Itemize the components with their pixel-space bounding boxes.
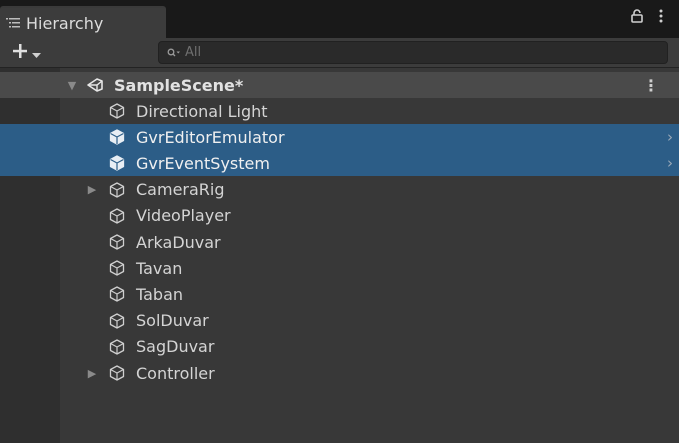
expanded-arrow-icon[interactable]: ▼ — [66, 72, 78, 98]
hierarchy-item-label: Controller — [136, 363, 215, 383]
kebab-menu-icon[interactable] — [659, 8, 663, 27]
collapsed-arrow-icon[interactable]: ▶ — [86, 177, 98, 203]
tab-hierarchy[interactable]: Hierarchy — [0, 6, 166, 38]
unity-scene-icon — [86, 76, 104, 94]
hierarchy-item-label: Directional Light — [136, 101, 268, 121]
hierarchy-item-label: GvrEditorEmulator — [136, 127, 285, 147]
plus-icon — [12, 43, 28, 63]
hierarchy-item-label: VideoPlayer — [136, 206, 231, 226]
search-field[interactable] — [158, 41, 668, 64]
add-object-button[interactable] — [12, 43, 41, 63]
cube-icon — [108, 128, 126, 146]
hierarchy-item[interactable]: GvrEditorEmulator › — [0, 124, 679, 151]
scene-menu-icon[interactable]: ⋮ — [643, 76, 659, 95]
cube-icon — [108, 259, 126, 277]
tab-title: Hierarchy — [26, 13, 104, 33]
hierarchy-item[interactable]: SolDuvar — [0, 308, 679, 334]
hierarchy-item-label: Tavan — [136, 258, 183, 278]
hierarchy-list-icon — [6, 16, 20, 30]
hierarchy-item[interactable]: Taban — [0, 281, 679, 307]
scene-name: SampleScene* — [114, 75, 244, 95]
caret-down-icon — [32, 44, 41, 63]
hierarchy-item[interactable]: ▶ CameraRig — [0, 177, 679, 203]
search-icon — [167, 48, 181, 58]
hierarchy-item-label: GvrEventSystem — [136, 153, 270, 173]
lock-icon[interactable] — [631, 8, 643, 27]
cube-icon — [108, 364, 126, 382]
collapsed-arrow-icon[interactable]: ▶ — [86, 360, 98, 386]
cube-icon — [108, 207, 126, 225]
hierarchy-item[interactable]: ArkaDuvar — [0, 229, 679, 255]
hierarchy-item-label: Taban — [136, 284, 184, 304]
hierarchy-item[interactable]: ▶ Controller — [0, 360, 679, 386]
cube-icon — [108, 312, 126, 330]
hierarchy-toolbar — [0, 38, 679, 68]
cube-icon — [108, 154, 126, 172]
chevron-right-icon[interactable]: › — [667, 128, 673, 146]
hierarchy-item[interactable]: VideoPlayer — [0, 203, 679, 229]
cube-icon — [108, 338, 126, 356]
hierarchy-item-label: CameraRig — [136, 180, 225, 200]
cube-icon — [108, 285, 126, 303]
cube-icon — [108, 102, 126, 120]
hierarchy-item-label: SagDuvar — [136, 337, 215, 357]
hierarchy-item[interactable]: Directional Light — [0, 98, 679, 124]
cube-icon — [108, 233, 126, 251]
search-input[interactable] — [183, 44, 657, 61]
tab-bar: Hierarchy — [0, 0, 679, 38]
hierarchy-item-label: SolDuvar — [136, 311, 209, 331]
scene-row[interactable]: ▼ SampleScene* ⋮ — [0, 72, 679, 98]
hierarchy-item-label: ArkaDuvar — [136, 232, 221, 252]
hierarchy-item[interactable]: Tavan — [0, 255, 679, 281]
cube-icon — [108, 181, 126, 199]
chevron-right-icon[interactable]: › — [667, 154, 673, 172]
hierarchy-item[interactable]: GvrEventSystem › — [0, 150, 679, 177]
hierarchy-item[interactable]: SagDuvar — [0, 334, 679, 360]
hierarchy-content: ▼ SampleScene* ⋮ Directional Light GvrEd… — [0, 68, 679, 443]
tab-actions — [631, 8, 663, 27]
